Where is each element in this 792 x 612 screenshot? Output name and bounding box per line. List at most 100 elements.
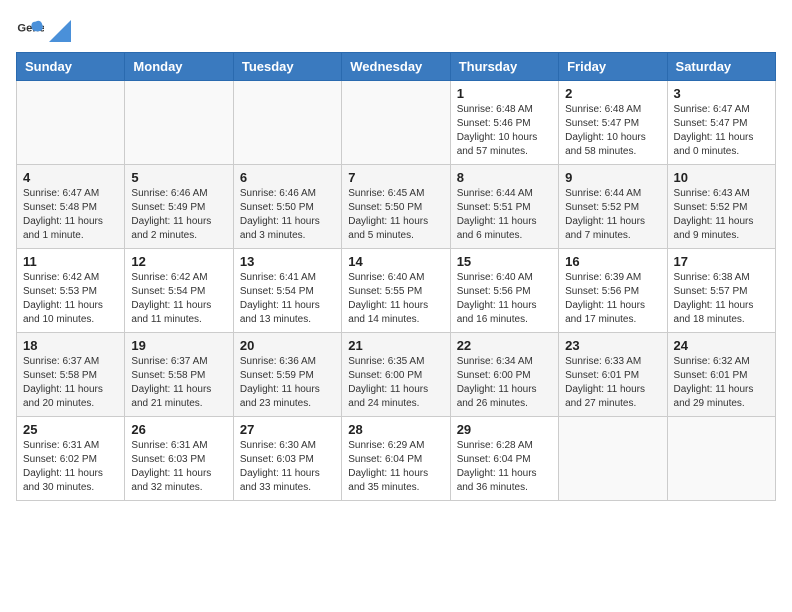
calendar-cell: 18 Sunrise: 6:37 AM Sunset: 5:58 PM Dayli… bbox=[17, 333, 125, 417]
day-number: 24 bbox=[674, 338, 769, 353]
calendar-cell bbox=[342, 81, 450, 165]
day-number: 4 bbox=[23, 170, 118, 185]
logo-triangle bbox=[49, 20, 71, 42]
calendar-cell: 11 Sunrise: 6:42 AM Sunset: 5:53 PM Dayli… bbox=[17, 249, 125, 333]
day-number: 15 bbox=[457, 254, 552, 269]
day-info: Sunrise: 6:32 AM Sunset: 6:01 PM Dayligh… bbox=[674, 355, 769, 411]
day-info: Sunrise: 6:36 AM Sunset: 5:59 PM Dayligh… bbox=[240, 355, 335, 411]
day-info: Sunrise: 6:46 AM Sunset: 5:49 PM Dayligh… bbox=[131, 187, 226, 243]
calendar-cell: 25 Sunrise: 6:31 AM Sunset: 6:02 PM Dayli… bbox=[17, 417, 125, 501]
day-info: Sunrise: 6:30 AM Sunset: 6:03 PM Dayligh… bbox=[240, 439, 335, 495]
calendar-cell bbox=[125, 81, 233, 165]
calendar-cell: 12 Sunrise: 6:42 AM Sunset: 5:54 PM Dayli… bbox=[125, 249, 233, 333]
calendar-week-3: 11 Sunrise: 6:42 AM Sunset: 5:53 PM Dayli… bbox=[17, 249, 776, 333]
day-header-wednesday: Wednesday bbox=[342, 53, 450, 81]
calendar-cell: 6 Sunrise: 6:46 AM Sunset: 5:50 PM Daylig… bbox=[233, 165, 341, 249]
day-number: 23 bbox=[565, 338, 660, 353]
day-number: 13 bbox=[240, 254, 335, 269]
day-number: 21 bbox=[348, 338, 443, 353]
day-info: Sunrise: 6:42 AM Sunset: 5:53 PM Dayligh… bbox=[23, 271, 118, 327]
day-number: 17 bbox=[674, 254, 769, 269]
day-number: 11 bbox=[23, 254, 118, 269]
calendar: SundayMondayTuesdayWednesdayThursdayFrid… bbox=[16, 52, 776, 501]
day-number: 1 bbox=[457, 86, 552, 101]
day-info: Sunrise: 6:33 AM Sunset: 6:01 PM Dayligh… bbox=[565, 355, 660, 411]
day-info: Sunrise: 6:40 AM Sunset: 5:55 PM Dayligh… bbox=[348, 271, 443, 327]
day-info: Sunrise: 6:41 AM Sunset: 5:54 PM Dayligh… bbox=[240, 271, 335, 327]
day-number: 6 bbox=[240, 170, 335, 185]
day-info: Sunrise: 6:31 AM Sunset: 6:02 PM Dayligh… bbox=[23, 439, 118, 495]
day-number: 28 bbox=[348, 422, 443, 437]
day-info: Sunrise: 6:48 AM Sunset: 5:47 PM Dayligh… bbox=[565, 103, 660, 159]
day-info: Sunrise: 6:48 AM Sunset: 5:46 PM Dayligh… bbox=[457, 103, 552, 159]
calendar-cell bbox=[667, 417, 775, 501]
day-number: 26 bbox=[131, 422, 226, 437]
calendar-cell: 23 Sunrise: 6:33 AM Sunset: 6:01 PM Dayli… bbox=[559, 333, 667, 417]
calendar-cell: 10 Sunrise: 6:43 AM Sunset: 5:52 PM Dayli… bbox=[667, 165, 775, 249]
logo-icon: General bbox=[16, 16, 44, 44]
day-header-saturday: Saturday bbox=[667, 53, 775, 81]
day-info: Sunrise: 6:29 AM Sunset: 6:04 PM Dayligh… bbox=[348, 439, 443, 495]
day-number: 18 bbox=[23, 338, 118, 353]
day-info: Sunrise: 6:38 AM Sunset: 5:57 PM Dayligh… bbox=[674, 271, 769, 327]
calendar-cell: 17 Sunrise: 6:38 AM Sunset: 5:57 PM Dayli… bbox=[667, 249, 775, 333]
day-info: Sunrise: 6:34 AM Sunset: 6:00 PM Dayligh… bbox=[457, 355, 552, 411]
day-info: Sunrise: 6:39 AM Sunset: 5:56 PM Dayligh… bbox=[565, 271, 660, 327]
day-info: Sunrise: 6:37 AM Sunset: 5:58 PM Dayligh… bbox=[131, 355, 226, 411]
day-number: 5 bbox=[131, 170, 226, 185]
calendar-cell: 27 Sunrise: 6:30 AM Sunset: 6:03 PM Dayli… bbox=[233, 417, 341, 501]
day-info: Sunrise: 6:44 AM Sunset: 5:51 PM Dayligh… bbox=[457, 187, 552, 243]
day-number: 27 bbox=[240, 422, 335, 437]
logo: General bbox=[16, 16, 72, 44]
day-number: 12 bbox=[131, 254, 226, 269]
calendar-cell: 20 Sunrise: 6:36 AM Sunset: 5:59 PM Dayli… bbox=[233, 333, 341, 417]
calendar-cell bbox=[233, 81, 341, 165]
calendar-cell: 29 Sunrise: 6:28 AM Sunset: 6:04 PM Dayli… bbox=[450, 417, 558, 501]
day-number: 8 bbox=[457, 170, 552, 185]
day-info: Sunrise: 6:35 AM Sunset: 6:00 PM Dayligh… bbox=[348, 355, 443, 411]
day-info: Sunrise: 6:43 AM Sunset: 5:52 PM Dayligh… bbox=[674, 187, 769, 243]
calendar-cell: 26 Sunrise: 6:31 AM Sunset: 6:03 PM Dayli… bbox=[125, 417, 233, 501]
day-header-thursday: Thursday bbox=[450, 53, 558, 81]
day-info: Sunrise: 6:40 AM Sunset: 5:56 PM Dayligh… bbox=[457, 271, 552, 327]
calendar-cell: 21 Sunrise: 6:35 AM Sunset: 6:00 PM Dayli… bbox=[342, 333, 450, 417]
calendar-cell: 2 Sunrise: 6:48 AM Sunset: 5:47 PM Daylig… bbox=[559, 81, 667, 165]
day-info: Sunrise: 6:28 AM Sunset: 6:04 PM Dayligh… bbox=[457, 439, 552, 495]
calendar-cell: 9Sunrise: 6:44 AM Sunset: 5:52 PM Daylig… bbox=[559, 165, 667, 249]
day-number: 20 bbox=[240, 338, 335, 353]
day-number: 7 bbox=[348, 170, 443, 185]
calendar-cell: 3Sunrise: 6:47 AM Sunset: 5:47 PM Daylig… bbox=[667, 81, 775, 165]
calendar-cell: 16Sunrise: 6:39 AM Sunset: 5:56 PM Dayli… bbox=[559, 249, 667, 333]
day-header-friday: Friday bbox=[559, 53, 667, 81]
calendar-cell: 7 Sunrise: 6:45 AM Sunset: 5:50 PM Daylig… bbox=[342, 165, 450, 249]
day-info: Sunrise: 6:42 AM Sunset: 5:54 PM Dayligh… bbox=[131, 271, 226, 327]
calendar-week-5: 25 Sunrise: 6:31 AM Sunset: 6:02 PM Dayli… bbox=[17, 417, 776, 501]
day-info: Sunrise: 6:37 AM Sunset: 5:58 PM Dayligh… bbox=[23, 355, 118, 411]
calendar-week-1: 1 Sunrise: 6:48 AM Sunset: 5:46 PM Daylig… bbox=[17, 81, 776, 165]
day-number: 10 bbox=[674, 170, 769, 185]
day-info: Sunrise: 6:46 AM Sunset: 5:50 PM Dayligh… bbox=[240, 187, 335, 243]
calendar-header-row: SundayMondayTuesdayWednesdayThursdayFrid… bbox=[17, 53, 776, 81]
calendar-cell: 22 Sunrise: 6:34 AM Sunset: 6:00 PM Dayli… bbox=[450, 333, 558, 417]
calendar-cell: 15 Sunrise: 6:40 AM Sunset: 5:56 PM Dayli… bbox=[450, 249, 558, 333]
day-header-monday: Monday bbox=[125, 53, 233, 81]
calendar-cell: 4Sunrise: 6:47 AM Sunset: 5:48 PM Daylig… bbox=[17, 165, 125, 249]
day-info: Sunrise: 6:31 AM Sunset: 6:03 PM Dayligh… bbox=[131, 439, 226, 495]
day-number: 22 bbox=[457, 338, 552, 353]
calendar-cell: 14Sunrise: 6:40 AM Sunset: 5:55 PM Dayli… bbox=[342, 249, 450, 333]
calendar-cell: 1 Sunrise: 6:48 AM Sunset: 5:46 PM Daylig… bbox=[450, 81, 558, 165]
calendar-cell bbox=[559, 417, 667, 501]
day-number: 19 bbox=[131, 338, 226, 353]
calendar-cell: 8 Sunrise: 6:44 AM Sunset: 5:51 PM Daylig… bbox=[450, 165, 558, 249]
day-number: 3 bbox=[674, 86, 769, 101]
header: General bbox=[16, 16, 776, 44]
day-number: 2 bbox=[565, 86, 660, 101]
calendar-week-4: 18 Sunrise: 6:37 AM Sunset: 5:58 PM Dayli… bbox=[17, 333, 776, 417]
day-number: 25 bbox=[23, 422, 118, 437]
day-info: Sunrise: 6:45 AM Sunset: 5:50 PM Dayligh… bbox=[348, 187, 443, 243]
day-number: 9 bbox=[565, 170, 660, 185]
calendar-cell: 28 Sunrise: 6:29 AM Sunset: 6:04 PM Dayli… bbox=[342, 417, 450, 501]
day-header-tuesday: Tuesday bbox=[233, 53, 341, 81]
day-number: 29 bbox=[457, 422, 552, 437]
calendar-cell: 5 Sunrise: 6:46 AM Sunset: 5:49 PM Daylig… bbox=[125, 165, 233, 249]
